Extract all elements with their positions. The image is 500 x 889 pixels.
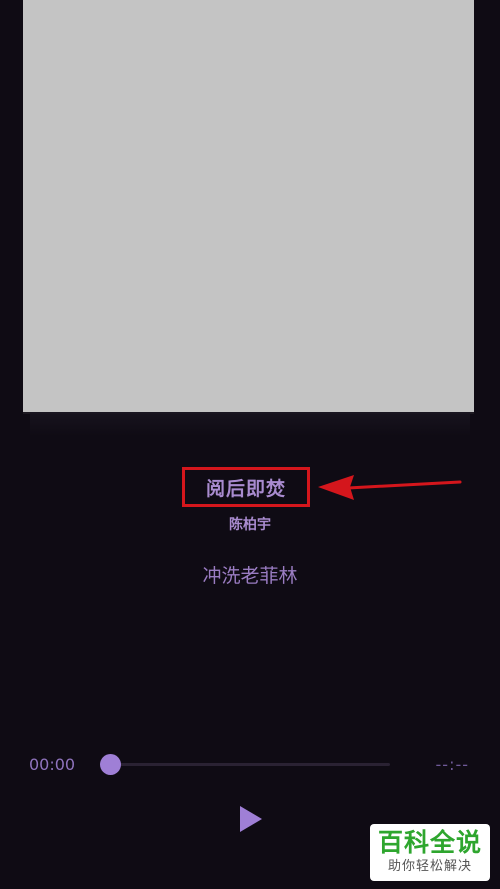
red-arrow-icon xyxy=(318,475,462,500)
watermark-main-text: 百科全说 xyxy=(377,828,482,857)
song-title: 阅后即焚 xyxy=(182,467,310,507)
artist-name: 陈柏宇 xyxy=(229,517,271,533)
lyric-line: 冲洗老菲林 xyxy=(202,565,298,587)
album-cover-reflection xyxy=(30,412,470,436)
song-title-text: 阅后即焚 xyxy=(205,477,286,500)
current-time: 00:00 xyxy=(29,755,76,774)
album-cover xyxy=(23,0,474,412)
watermark-sub-text: 助你轻松解决 xyxy=(387,859,472,874)
watermark-logo: 百科全说 助你轻松解决 xyxy=(370,824,490,881)
play-icon xyxy=(240,806,262,832)
progress-thumb[interactable] xyxy=(100,754,121,775)
progress-slider[interactable] xyxy=(110,763,390,766)
music-player-screen: 阅后即焚 陈柏宇 冲洗老菲林 00:00 --:-- 百科全说 助你轻松解决 xyxy=(0,0,500,889)
total-time: --:-- xyxy=(435,755,469,774)
play-button[interactable] xyxy=(231,799,271,839)
